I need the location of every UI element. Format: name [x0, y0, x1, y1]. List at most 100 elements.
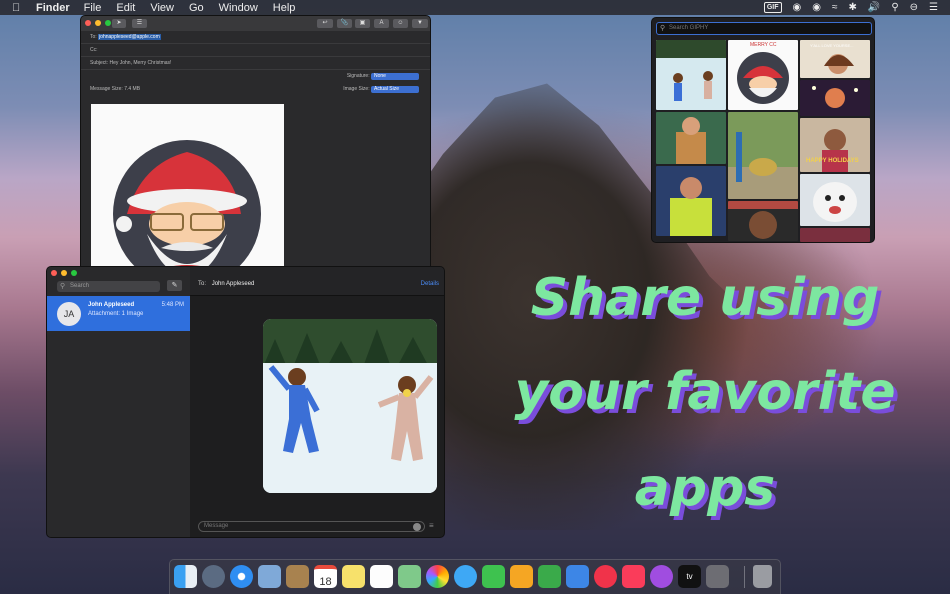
photo-browser-icon[interactable]: ▣: [355, 19, 370, 28]
spotlight-search-icon[interactable]: ⚲: [891, 0, 898, 15]
calendar-icon[interactable]: 18: [314, 565, 337, 588]
mail-toolbar: ➤ ☰ ↩ 📎 ▣ A ☺ ▼: [81, 16, 430, 31]
notification-center-icon[interactable]: ☰: [929, 0, 938, 15]
keynote-icon[interactable]: [566, 565, 589, 588]
gif-cell-chair[interactable]: [728, 112, 798, 199]
to-field[interactable]: To: johnappleseed@apple.com: [81, 31, 430, 44]
messages-icon[interactable]: [454, 565, 477, 588]
gif-cell-darts[interactable]: [656, 166, 726, 236]
gif-cell-happy-holidays[interactable]: HAPPY HOLIDAYS: [800, 118, 870, 172]
messages-close-button[interactable]: [51, 270, 57, 276]
news-icon[interactable]: [594, 565, 617, 588]
giphy-menu-icon[interactable]: GIF: [763, 2, 782, 13]
gif-cell-love-yourself[interactable]: Y'ALL LOVE YOURSE...: [800, 40, 870, 78]
zoom-button[interactable]: [105, 20, 111, 26]
facetime-icon[interactable]: [482, 565, 505, 588]
conversation-row[interactable]: JA John Appleseed 5:48 PM Attachment: 1 …: [47, 296, 190, 331]
image-size-label: Image Size:: [343, 86, 370, 92]
menu-edit[interactable]: Edit: [116, 2, 135, 14]
reply-icon[interactable]: ↩: [317, 19, 333, 28]
safari-icon[interactable]: [230, 565, 253, 588]
giphy-search-placeholder: Search GIPHY: [669, 25, 709, 31]
search-icon: ⚲: [60, 283, 66, 290]
numbers-icon[interactable]: [538, 565, 561, 588]
gif-cell-bottom[interactable]: [800, 228, 870, 242]
close-button[interactable]: [85, 20, 91, 26]
menu-file[interactable]: File: [84, 2, 102, 14]
messages-window: ⚲ Search ✎ JA John Appleseed 5:48 PM Att…: [46, 266, 445, 538]
conversation-name: John Appleseed: [88, 302, 135, 308]
gif-cell-reaction[interactable]: [728, 201, 798, 241]
subject-label: Subject:: [90, 60, 109, 66]
onepassword-icon[interactable]: ◉: [793, 0, 802, 15]
header-fields-button[interactable]: ☰: [132, 19, 147, 28]
gif-cell-sparkle[interactable]: [800, 80, 870, 116]
photos-dropdown-icon[interactable]: ▼: [412, 19, 428, 28]
maps-icon[interactable]: [398, 565, 421, 588]
image-size-select[interactable]: Actual Size: [371, 86, 419, 93]
tv-icon[interactable]: tv: [678, 565, 701, 588]
trash-icon[interactable]: [753, 565, 772, 588]
gif-caption-love: Y'ALL LOVE YOURSE...: [810, 43, 854, 48]
volume-icon[interactable]: 🔊: [868, 0, 880, 15]
conversation-sidebar: ⚲ Search ✎ JA John Appleseed 5:48 PM Att…: [47, 267, 190, 537]
messages-search-input[interactable]: ⚲ Search: [57, 281, 160, 292]
photos-icon[interactable]: [426, 565, 449, 588]
signature-select[interactable]: None: [371, 73, 419, 80]
preview-icon[interactable]: [258, 565, 281, 588]
podcasts-icon[interactable]: [650, 565, 673, 588]
messages-minimize-button[interactable]: [61, 270, 67, 276]
signature-label: Signature:: [346, 73, 370, 79]
gif-cell-mic[interactable]: [656, 112, 726, 164]
camera-status-icon[interactable]: ◉: [812, 0, 821, 15]
avatar: JA: [57, 302, 81, 326]
menu-help[interactable]: Help: [273, 2, 296, 14]
message-size-value: 7.4 MB: [124, 86, 141, 92]
bluetooth-icon[interactable]: ✱: [848, 0, 856, 15]
details-link[interactable]: Details: [421, 281, 439, 287]
giphy-search-input[interactable]: ⚲ Search GIPHY: [656, 22, 872, 35]
reminders-icon[interactable]: [370, 565, 393, 588]
finder-icon[interactable]: [174, 565, 197, 588]
notes-icon[interactable]: [342, 565, 365, 588]
subject-field[interactable]: Subject: Hey John, Merry Christmas!: [81, 57, 430, 70]
messages-search-placeholder: Search: [70, 283, 90, 289]
system-preferences-icon[interactable]: [706, 565, 729, 588]
signature-row: Signature: None: [81, 70, 430, 83]
menu-window[interactable]: Window: [219, 2, 258, 14]
format-text-icon[interactable]: A: [374, 19, 389, 28]
pages-icon[interactable]: [510, 565, 533, 588]
gif-cell-snow-dance[interactable]: [656, 40, 726, 110]
emoji-icon[interactable]: [413, 523, 421, 531]
gif-caption-holidays: HAPPY HOLIDAYS: [806, 158, 859, 164]
menu-go[interactable]: Go: [189, 2, 204, 14]
music-icon[interactable]: [622, 565, 645, 588]
giphy-panel: ⚲ Search GIPHY MERRY CC Y'ALL LOVE YOURS…: [651, 17, 875, 243]
messages-window-controls: [51, 270, 77, 276]
gif-cell-merry[interactable]: MERRY CC: [728, 40, 798, 110]
cc-field[interactable]: Cc:: [81, 44, 430, 57]
gif-message-bubble[interactable]: [263, 319, 437, 493]
attach-icon[interactable]: 📎: [337, 19, 352, 28]
menu-app-name[interactable]: Finder: [36, 2, 70, 14]
menu-view[interactable]: View: [150, 2, 174, 14]
contacts-icon[interactable]: [286, 565, 309, 588]
user-icon[interactable]: ⊖: [910, 0, 918, 15]
apple-menu-icon[interactable]: : [12, 2, 26, 14]
search-icon: ⚲: [660, 25, 666, 32]
dock: 18 tv: [169, 559, 781, 594]
compose-icon[interactable]: ✎: [167, 280, 182, 291]
menu-bar:  Finder File Edit View Go Window Help G…: [0, 0, 950, 15]
message-size-label: Message Size:: [90, 86, 123, 92]
emoji-icon[interactable]: ☺: [393, 19, 408, 28]
gif-cell-yeti[interactable]: [800, 174, 870, 226]
to-address-token[interactable]: johnappleseed@apple.com: [98, 34, 161, 40]
minimize-button[interactable]: [95, 20, 101, 26]
messages-zoom-button[interactable]: [71, 270, 77, 276]
conversation-preview: Attachment: 1 Image: [88, 311, 144, 317]
audio-record-icon[interactable]: ≡: [429, 521, 434, 530]
message-input[interactable]: Message: [198, 521, 425, 532]
send-button[interactable]: ➤: [112, 19, 126, 28]
wifi-icon[interactable]: ≈: [832, 0, 838, 15]
launchpad-icon[interactable]: [202, 565, 225, 588]
